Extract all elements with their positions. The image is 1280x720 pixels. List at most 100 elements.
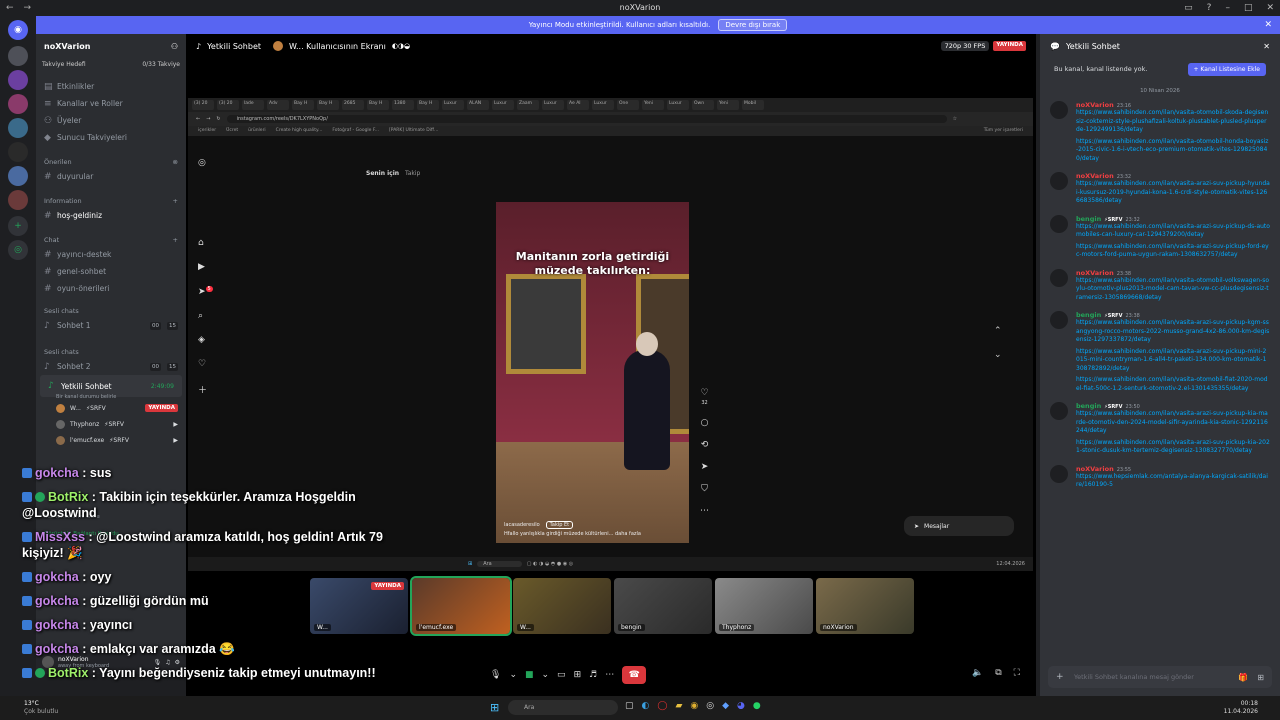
server-icon[interactable] xyxy=(8,70,28,90)
edge-icon[interactable]: ◐ xyxy=(642,701,650,711)
channel-duyurular[interactable]: # duyurular xyxy=(36,168,186,185)
chrome-icon[interactable]: ◉ xyxy=(690,701,698,711)
message-link[interactable]: https://www.sahibinden.com/ilan/vasita-o… xyxy=(1076,277,1270,303)
close-icon[interactable]: ⊗ xyxy=(173,158,178,166)
back-icon[interactable]: ← xyxy=(6,0,14,16)
chat-message[interactable]: bengin ⚡SRFV 23:38 https://www.sahibinden.c… xyxy=(1040,308,1280,399)
message-author[interactable]: noXVarion xyxy=(1076,465,1114,473)
boost-goal[interactable]: Takviye Hedefi 0/33 Takviye xyxy=(42,61,180,68)
gift-icon[interactable]: 🎁 xyxy=(1238,673,1248,682)
chevron-down-icon[interactable]: ⌄ xyxy=(509,670,517,680)
avatar[interactable] xyxy=(1050,464,1068,483)
discord-home-icon[interactable]: ◉ xyxy=(8,20,28,40)
screen-share-icon[interactable]: ▭ xyxy=(557,670,566,680)
avatar[interactable] xyxy=(1050,268,1068,287)
taskbar-search[interactable]: Ara xyxy=(508,700,618,715)
add-channel-icon[interactable]: + xyxy=(173,236,178,244)
participant-tile[interactable]: l'emucf.exe xyxy=(410,576,512,636)
minimize-button[interactable]: – xyxy=(1225,0,1230,16)
server-icon[interactable] xyxy=(8,118,28,138)
channel-oyun-onerileri[interactable]: # oyun-önerileri xyxy=(36,280,186,297)
participant-tile[interactable]: noXVarion xyxy=(816,578,914,634)
close-icon[interactable]: ✕ xyxy=(1264,20,1272,30)
add-channel-icon[interactable]: + xyxy=(173,197,178,205)
message-link[interactable]: https://www.sahibinden.com/ilan/vasita-a… xyxy=(1076,180,1270,206)
apps-icon[interactable]: ⊞ xyxy=(1257,673,1264,682)
message-link[interactable]: https://www.sahibinden.com/ilan/vasita-o… xyxy=(1076,109,1270,135)
end-call-button[interactable]: ☎ xyxy=(622,666,647,684)
avatar[interactable] xyxy=(1050,402,1068,420)
avatar[interactable] xyxy=(1050,101,1068,119)
server-icon[interactable] xyxy=(8,166,28,186)
server-icon[interactable] xyxy=(8,142,28,162)
voice-user[interactable]: Thyphonz ⚡SRFV ▶ xyxy=(36,416,186,432)
message-author[interactable]: noXVarion xyxy=(1076,269,1114,277)
message-link[interactable]: https://www.sahibinden.com/ilan/vasita-a… xyxy=(1076,348,1270,374)
message-author[interactable]: bengin xyxy=(1076,402,1101,410)
category-voice-1[interactable]: Sesli chats xyxy=(36,301,186,317)
voice-channel-sohbet-2[interactable]: ♪ Sohbet 2 00 15 xyxy=(36,358,186,375)
category-chat[interactable]: Chat + xyxy=(36,230,186,246)
message-link[interactable]: https://www.sahibinden.com/ilan/vasita-o… xyxy=(1076,138,1270,164)
message-author[interactable]: bengin xyxy=(1076,311,1101,319)
message-author[interactable]: noXVarion xyxy=(1076,101,1114,109)
windows-start-icon[interactable]: ⊞ xyxy=(490,701,499,714)
message-link[interactable]: https://www.sahibinden.com/ilan/vasita-a… xyxy=(1076,439,1270,456)
category-voice-2[interactable]: Sesli chats xyxy=(36,342,186,358)
add-to-channel-list-button[interactable]: + Kanal Listesine Ekle xyxy=(1187,62,1266,76)
sidebar-item-events[interactable]: ▤ Etkinlikler xyxy=(36,78,186,95)
chat-message[interactable]: bengin ⚡SRFV 23:32 https://www.sahibinden.c… xyxy=(1040,212,1280,266)
sidebar-item-channels-roles[interactable]: ≡ Kanallar ve Roller xyxy=(36,95,186,112)
mic-icon[interactable]: 🎙 xyxy=(490,670,501,680)
participant-tile[interactable]: bengin xyxy=(614,578,712,634)
category-information[interactable]: Information + xyxy=(36,191,186,207)
avatar[interactable] xyxy=(1050,172,1068,190)
sidebar-item-server-boosts[interactable]: ◆ Sunucu Takviyeleri xyxy=(36,129,186,146)
activities-icon[interactable]: ⊞ xyxy=(574,670,582,680)
close-button[interactable]: ✕ xyxy=(1266,0,1274,16)
avatar[interactable] xyxy=(1050,311,1068,329)
category-featured[interactable]: Önerilen ⊗ xyxy=(36,152,186,168)
inbox-icon[interactable]: ▭ xyxy=(1184,0,1193,16)
chat-message[interactable]: noXVarion 23:16 https://www.sahibinden.com… xyxy=(1040,98,1280,169)
server-icon[interactable] xyxy=(8,94,28,114)
voice-channel-sohbet-1[interactable]: ♪ Sohbet 1 00 15 xyxy=(36,317,186,334)
message-link[interactable]: https://www.hepsiemlak.com/antalya-alany… xyxy=(1076,473,1270,490)
server-icon[interactable] xyxy=(8,190,28,210)
more-icon[interactable]: ⋯ xyxy=(605,670,614,680)
fullscreen-icon[interactable]: ⛶ xyxy=(1014,668,1020,678)
maximize-button[interactable]: □ xyxy=(1244,0,1253,16)
message-author[interactable]: noXVarion xyxy=(1076,172,1114,180)
server-header[interactable]: noXVarion ⚇ xyxy=(36,34,186,59)
message-link[interactable]: https://www.sahibinden.com/ilan/vasita-o… xyxy=(1076,376,1270,393)
message-link[interactable]: https://www.sahibinden.com/ilan/vasita-a… xyxy=(1076,410,1270,436)
message-link[interactable]: https://www.sahibinden.com/ilan/vasita-a… xyxy=(1076,223,1270,240)
chevron-down-icon[interactable]: ⌄ xyxy=(542,670,550,680)
participant-tile[interactable]: W... xyxy=(513,578,611,634)
app-icon[interactable]: ◆ xyxy=(722,701,729,711)
message-author[interactable]: bengin xyxy=(1076,215,1101,223)
task-view-icon[interactable]: ▢ xyxy=(625,701,634,711)
camera-icon[interactable]: ■ xyxy=(525,670,534,680)
message-input[interactable]: + Yetkili Sohbet kanalına mesaj gönder 🎁… xyxy=(1048,666,1272,688)
opera-icon[interactable]: ◯ xyxy=(657,701,667,711)
add-server-icon[interactable]: + xyxy=(8,216,28,236)
message-link[interactable]: https://www.sahibinden.com/ilan/vasita-a… xyxy=(1076,319,1270,345)
close-icon[interactable]: ✕ xyxy=(1263,42,1270,51)
channel-yayinci-destek[interactable]: # yayıncı-destek xyxy=(36,246,186,263)
disable-streamer-mode-button[interactable]: Devre dışı bırak xyxy=(718,19,788,31)
chat-message[interactable]: noXVarion 23:38 https://www.sahibinden.com… xyxy=(1040,266,1280,309)
chat-message[interactable]: noXVarion 23:32 https://www.sahibinden.com… xyxy=(1040,169,1280,212)
discover-icon[interactable]: ◎ xyxy=(8,240,28,260)
soundboard-icon[interactable]: ♬ xyxy=(589,670,597,680)
channel-hos-geldiniz[interactable]: # hoş-geldiniz xyxy=(36,207,186,224)
message-link[interactable]: https://www.sahibinden.com/ilan/vasita-a… xyxy=(1076,243,1270,260)
volume-icon[interactable]: 🔈 xyxy=(972,668,983,678)
chat-message[interactable]: bengin ⚡SRFV 23:50 https://www.sahibinden.c… xyxy=(1040,399,1280,462)
obs-icon[interactable]: ◎ xyxy=(706,701,714,711)
invite-icon[interactable]: ⚇ xyxy=(171,42,178,51)
voice-user[interactable]: W... ⚡SRFV YAYINDA xyxy=(36,400,186,416)
voice-user[interactable]: l'emucf.exe ⚡SRFV ▶ xyxy=(36,432,186,448)
help-icon[interactable]: ? xyxy=(1207,0,1212,16)
discord-icon[interactable]: ◕ xyxy=(737,701,745,711)
